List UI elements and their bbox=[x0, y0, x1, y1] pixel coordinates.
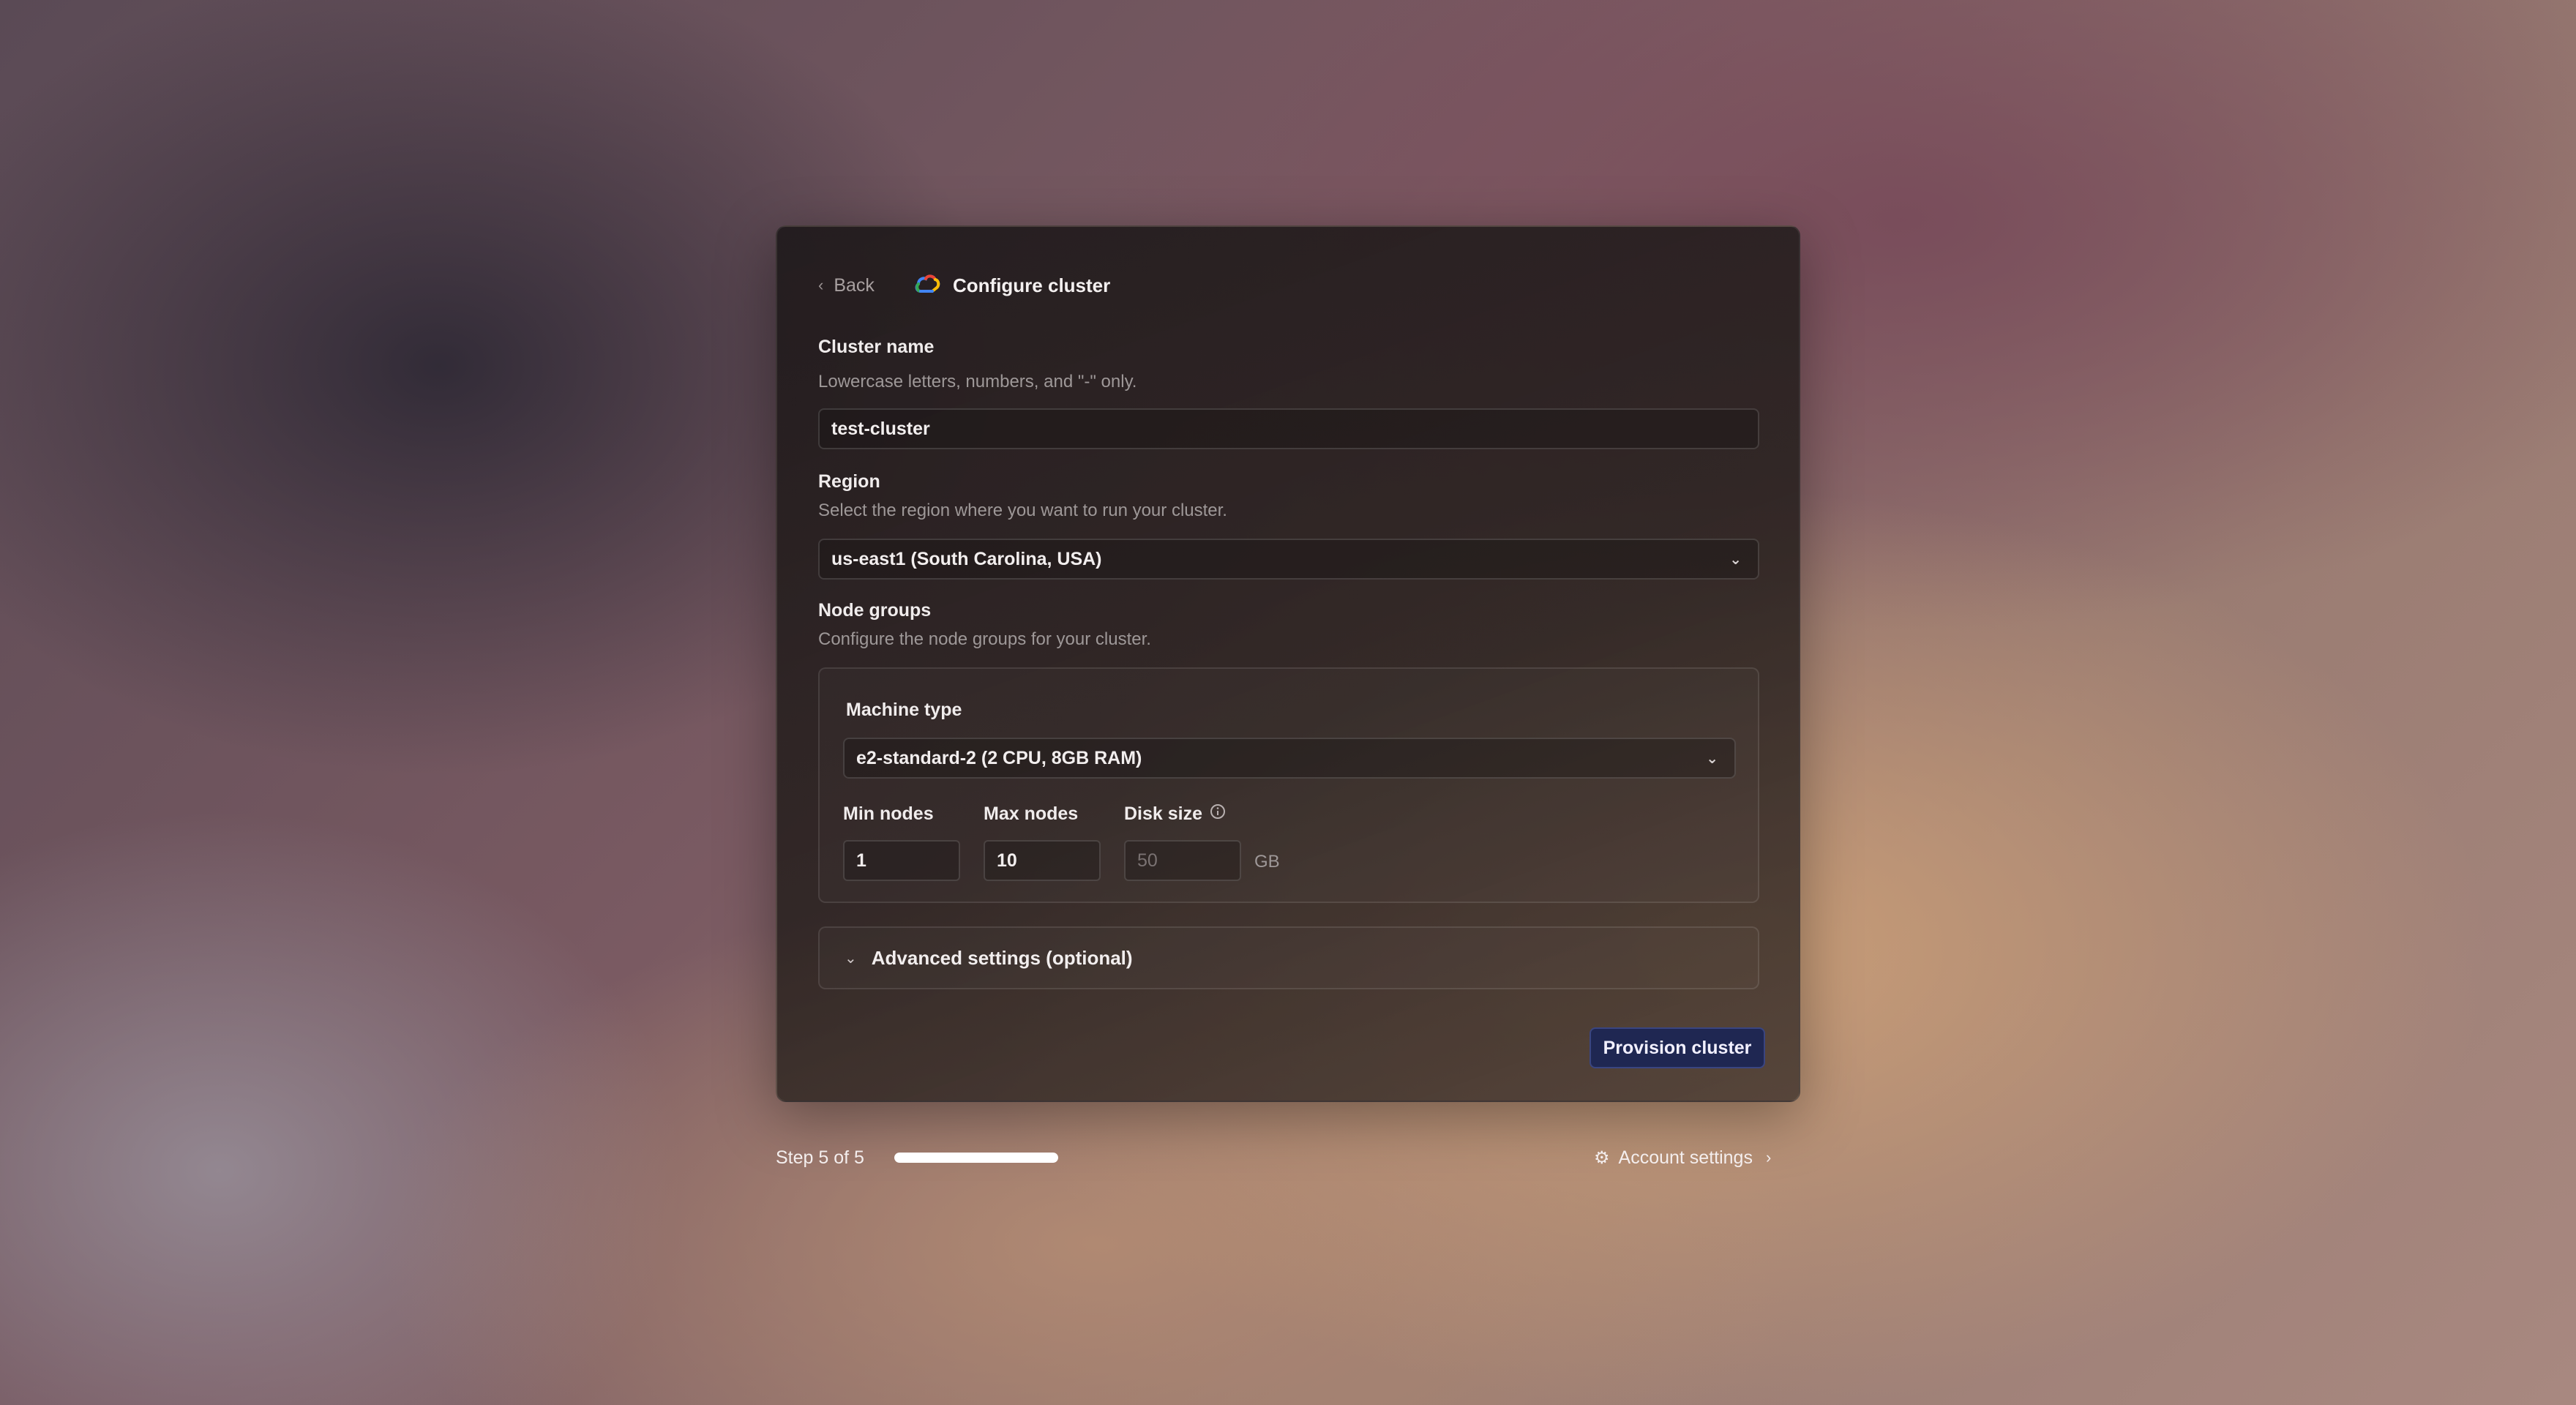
cluster-name-label: Cluster name bbox=[818, 337, 935, 357]
region-select[interactable]: us-east1 (South Carolina, USA) ⌄ bbox=[818, 539, 1759, 580]
region-label: Region bbox=[818, 471, 880, 492]
back-label: Back bbox=[834, 274, 875, 296]
max-nodes-value: 10 bbox=[997, 850, 1017, 871]
machine-type-select[interactable]: e2-standard-2 (2 CPU, 8GB RAM) ⌄ bbox=[843, 738, 1736, 779]
min-nodes-input[interactable]: 1 bbox=[843, 840, 960, 881]
back-button[interactable]: ‹ Back bbox=[818, 271, 875, 300]
advanced-settings-toggle[interactable]: ⌄ Advanced settings (optional) bbox=[818, 926, 1759, 989]
advanced-settings-label: Advanced settings (optional) bbox=[871, 946, 1133, 969]
step-indicator: Step 5 of 5 bbox=[776, 1147, 864, 1168]
info-icon[interactable] bbox=[1210, 803, 1226, 825]
min-nodes-value: 1 bbox=[856, 850, 866, 871]
cluster-name-input[interactable]: test-cluster bbox=[818, 408, 1759, 449]
chevron-right-icon: › bbox=[1765, 1148, 1772, 1166]
progress-bar bbox=[894, 1153, 1058, 1163]
chevron-down-icon: ⌄ bbox=[1729, 551, 1742, 568]
cluster-name-value: test-cluster bbox=[831, 418, 930, 439]
machine-type-value: e2-standard-2 (2 CPU, 8GB RAM) bbox=[856, 747, 1142, 768]
max-nodes-input[interactable]: 10 bbox=[984, 840, 1101, 881]
disk-size-input[interactable]: 50 bbox=[1124, 840, 1241, 881]
account-settings-label: Account settings bbox=[1618, 1147, 1753, 1168]
configure-cluster-card: ‹ Back Configure cluster Cluster name Lo… bbox=[776, 225, 1800, 1102]
account-settings-link[interactable]: ⚙ Account settings › bbox=[1594, 1143, 1771, 1172]
chevron-down-icon: ⌄ bbox=[1706, 750, 1718, 767]
region-value: us-east1 (South Carolina, USA) bbox=[831, 548, 1102, 569]
cluster-name-help: Lowercase letters, numbers, and "-" only… bbox=[818, 372, 1137, 391]
disk-size-label-row: Disk size bbox=[1124, 803, 1226, 825]
node-groups-label: Node groups bbox=[818, 600, 932, 621]
progress-fill bbox=[894, 1153, 1058, 1163]
page-header: Configure cluster bbox=[913, 271, 1110, 300]
node-groups-help: Configure the node groups for your clust… bbox=[818, 629, 1151, 649]
provision-cluster-button[interactable]: Provision cluster bbox=[1590, 1027, 1765, 1068]
gear-icon: ⚙ bbox=[1594, 1147, 1610, 1168]
node-group-panel: Machine type e2-standard-2 (2 CPU, 8GB R… bbox=[818, 667, 1759, 903]
google-cloud-icon bbox=[913, 272, 941, 299]
max-nodes-label: Max nodes bbox=[984, 803, 1079, 824]
region-help: Select the region where you want to run … bbox=[818, 501, 1227, 520]
disk-size-label: Disk size bbox=[1124, 803, 1203, 824]
disk-size-placeholder: 50 bbox=[1137, 850, 1158, 871]
disk-size-unit: GB bbox=[1254, 852, 1280, 872]
page-title: Configure cluster bbox=[953, 274, 1111, 296]
chevron-down-icon: ⌄ bbox=[845, 950, 857, 967]
chevron-left-icon: ‹ bbox=[818, 276, 824, 294]
min-nodes-label: Min nodes bbox=[843, 803, 934, 824]
machine-type-label: Machine type bbox=[846, 700, 962, 720]
